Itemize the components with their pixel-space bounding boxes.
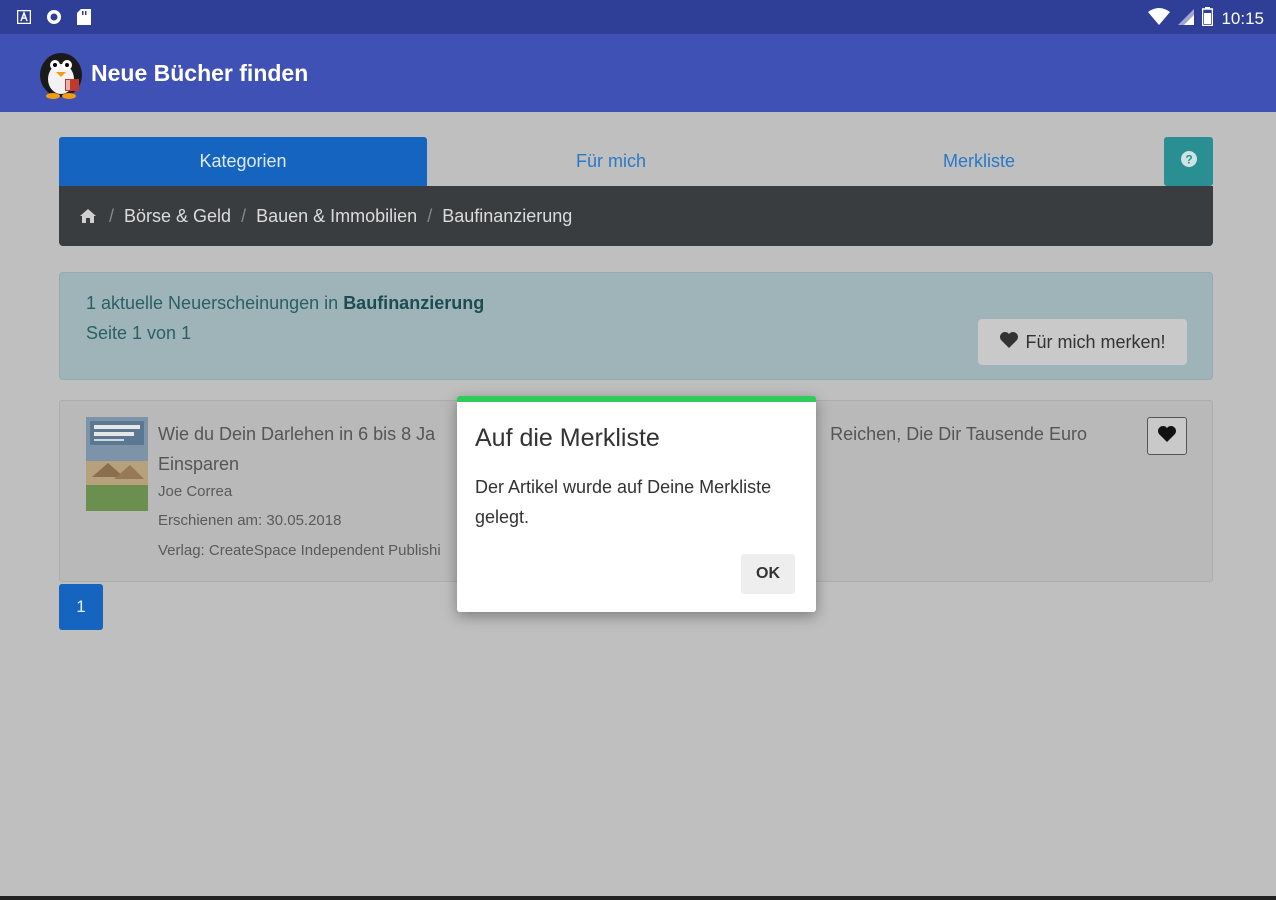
book-title-end: Reichen, Die Dir Tausende Euro (830, 424, 1087, 444)
signal-icon (1178, 8, 1195, 30)
tab-kategorien[interactable]: Kategorien (59, 137, 427, 186)
info-box: 1 aktuelle Neuerscheinungen in Baufinanz… (59, 272, 1213, 380)
tab-fuer-mich[interactable]: Für mich (427, 137, 795, 186)
sync-icon (46, 9, 62, 25)
tab-bar: Kategorien Für mich Merkliste ? (59, 137, 1213, 186)
heart-icon (1157, 425, 1177, 448)
breadcrumb-item-baufinanzierung: Baufinanzierung (442, 205, 573, 226)
notification-a-icon (16, 9, 32, 25)
page-info: Seite 1 von 1 (86, 323, 192, 343)
home-icon[interactable] (79, 208, 99, 224)
tab-label: Merkliste (942, 151, 1015, 171)
tab-merkliste[interactable]: Merkliste (795, 137, 1163, 186)
wifi-icon (1148, 7, 1171, 31)
svg-text:?: ? (1185, 153, 1192, 167)
watchlist-dialog: Auf die Merkliste Der Artikel wurde auf … (457, 396, 816, 612)
result-count-text: 1 aktuelle Neuerscheinungen in (86, 293, 344, 313)
dialog-message: Der Artikel wurde auf Deine Merkliste ge… (475, 477, 772, 527)
book-title-line2: Einsparen (158, 454, 240, 474)
dialog-title: Auf die Merkliste (475, 424, 660, 452)
breadcrumb-separator: / (241, 205, 247, 226)
heart-icon (999, 331, 1019, 354)
window-bottom-border (0, 896, 1276, 900)
add-to-watchlist-button[interactable] (1147, 417, 1187, 455)
breadcrumb: / Börse & Geld / Bauen & Immobilien / Ba… (59, 186, 1213, 246)
remember-for-me-button[interactable]: Für mich merken! (978, 319, 1187, 365)
remember-button-label: Für mich merken! (1025, 331, 1166, 352)
result-count: 1 aktuelle Neuerscheinungen in Baufinanz… (86, 293, 484, 314)
breadcrumb-separator: / (427, 205, 433, 226)
book-cover-image[interactable] (86, 417, 148, 511)
penguin-logo-icon (36, 47, 86, 99)
question-circle-icon: ? (1180, 150, 1198, 173)
book-title-start: Wie du Dein Darlehen in 6 bis 8 Ja (158, 424, 436, 444)
book-publisher: Verlag: CreateSpace Independent Publishi (158, 542, 441, 559)
tab-label: Für mich (575, 151, 646, 171)
pagination-page-1[interactable]: 1 (59, 584, 103, 630)
category-name: Baufinanzierung (343, 293, 485, 313)
clock-time: 10:15 (1221, 9, 1264, 28)
book-author: Joe Correa (158, 483, 233, 500)
battery-icon (1202, 7, 1214, 31)
book-publish-date: Erschienen am: 30.05.2018 (158, 512, 342, 529)
breadcrumb-item-boerse-geld[interactable]: Börse & Geld (124, 206, 231, 227)
sd-card-icon (76, 9, 92, 25)
breadcrumb-item-bauen-immobilien[interactable]: Bauen & Immobilien (256, 206, 417, 227)
help-button[interactable]: ? (1164, 137, 1213, 186)
breadcrumb-separator: / (109, 205, 115, 226)
app-bar: Neue Bücher finden (0, 34, 1276, 112)
tab-label: Kategorien (199, 151, 287, 171)
status-bar: 10:15 (0, 0, 1276, 34)
app-title: Neue Bücher finden (91, 60, 309, 86)
ok-button[interactable]: OK (741, 554, 795, 594)
